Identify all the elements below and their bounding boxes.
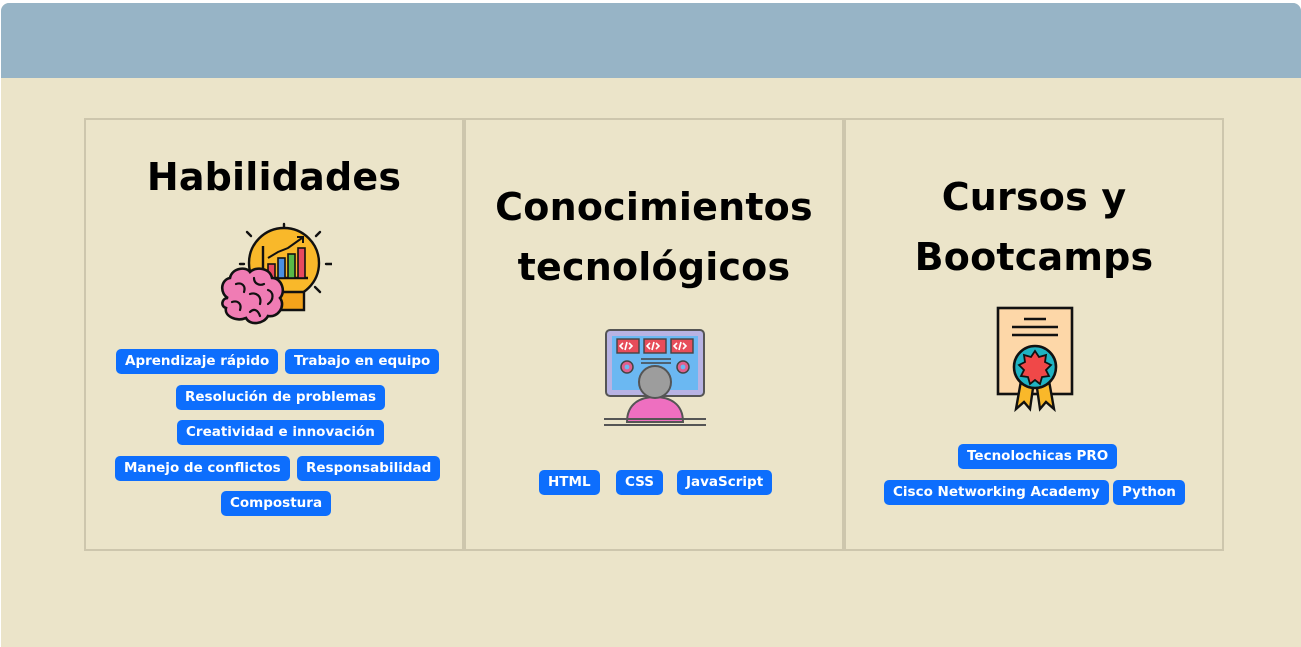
card-title-line2: Bootcamps <box>914 235 1154 279</box>
header-bar <box>1 3 1301 78</box>
card-title-line2: tecnológicos <box>517 245 791 289</box>
badge-css: CSS <box>616 470 663 495</box>
badge-javascript: JavaScript <box>677 470 773 495</box>
badge-python: Python <box>1113 480 1185 505</box>
certificate-icon <box>996 306 1074 413</box>
card-title-line1: Conocimientos <box>495 185 813 229</box>
badge-manejo-conflictos: Manejo de conflictos <box>115 456 290 481</box>
badge-html: HTML <box>539 470 600 495</box>
card-title-line1: Cursos y <box>941 175 1127 219</box>
developer-monitor-icon <box>604 329 706 426</box>
card-cursos: Cursos y Bootcamps Tecnolochicas PRO Cis… <box>844 118 1224 551</box>
skills-section: Habilidades Aprendizaje rápido Trabajo e… <box>84 118 1224 551</box>
badge-cisco: Cisco Networking Academy <box>884 480 1109 505</box>
badge-aprendizaje: Aprendizaje rápido <box>116 349 279 374</box>
badge-trabajo-equipo: Trabajo en equipo <box>285 349 440 374</box>
card-conocimientos: Conocimientos tecnológicos HTML CSS Java… <box>464 118 844 551</box>
badge-compostura: Compostura <box>221 491 332 516</box>
badge-responsabilidad: Responsabilidad <box>297 456 441 481</box>
portfolio-page: Habilidades Aprendizaje rápido Trabajo e… <box>1 3 1301 647</box>
card-title: Habilidades <box>146 155 402 199</box>
badge-resolucion: Resolución de problemas <box>176 385 386 410</box>
badge-tecnolochicas: Tecnolochicas PRO <box>958 444 1118 469</box>
card-habilidades: Habilidades Aprendizaje rápido Trabajo e… <box>84 118 464 551</box>
brain-lightbulb-chart-icon <box>220 222 332 325</box>
badge-creatividad: Creatividad e innovación <box>177 420 384 445</box>
